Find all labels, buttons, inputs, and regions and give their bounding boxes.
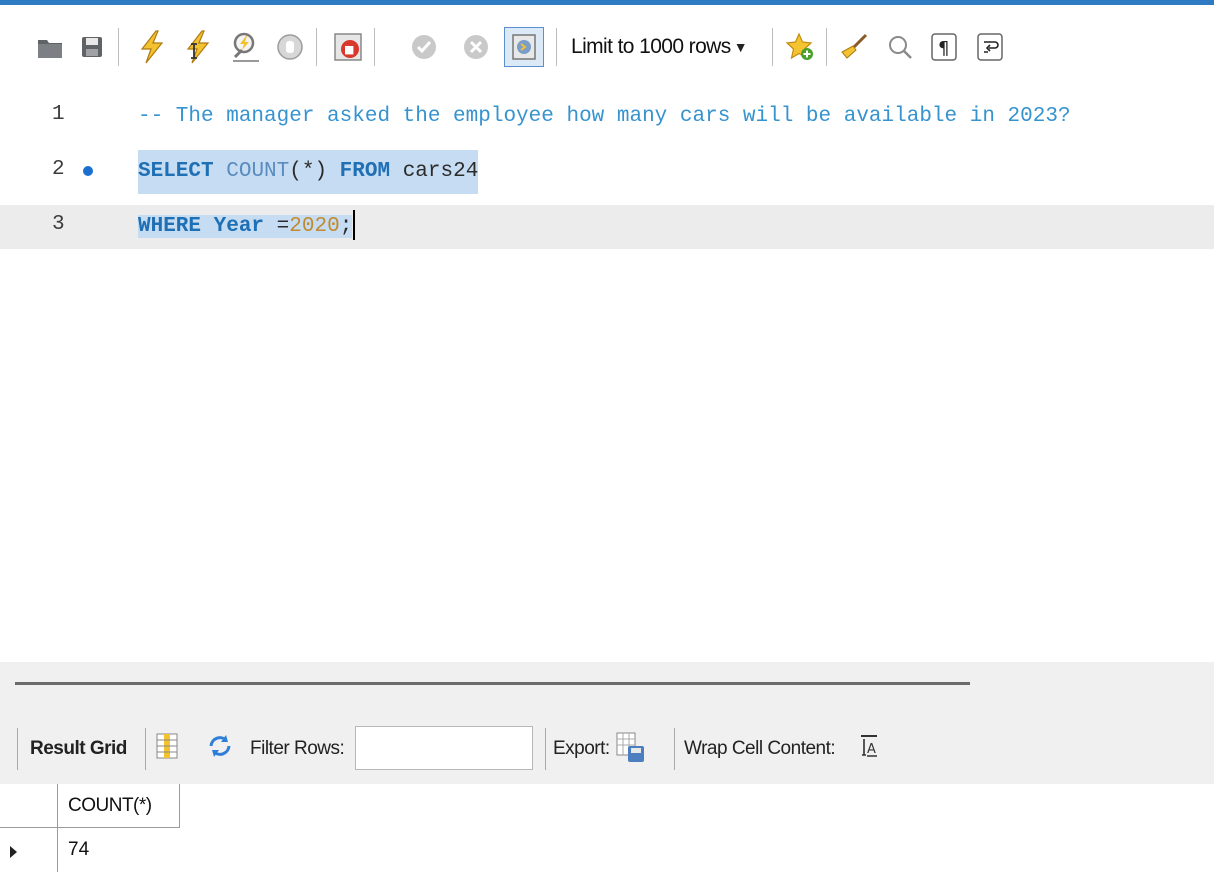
toolbar-separator [118, 28, 119, 66]
folder-icon [38, 40, 62, 58]
sql-table: cars24 [402, 160, 479, 183]
panel-splitter[interactable] [0, 662, 1214, 714]
wrap-icon [977, 33, 1003, 61]
toolbar-separator [316, 28, 317, 66]
stop-on-error-button[interactable]: ■ [328, 27, 368, 67]
sql-editor[interactable]: 1 -- The manager asked the employee how … [0, 95, 1214, 660]
check-circle-icon [412, 35, 436, 59]
commit-button[interactable] [404, 27, 444, 67]
explain-button[interactable] [226, 27, 266, 67]
filter-rows-input[interactable] [355, 726, 533, 770]
sql-keyword: WHERE [138, 215, 202, 238]
find-button[interactable] [880, 27, 920, 67]
toolbar-separator [545, 728, 546, 770]
toggle-invisibles-button[interactable]: ¶ [924, 27, 964, 67]
sql-keyword: FROM [339, 160, 391, 183]
svg-text:A: A [867, 742, 876, 757]
sql-statement-selected: SELECT COUNT(*) FROM cars24 [138, 150, 479, 194]
beautify-button[interactable] [834, 27, 874, 67]
grid-corner-cell[interactable] [0, 784, 58, 828]
save-icon [82, 37, 102, 57]
sql-comment: -- The manager asked the employee how ma… [138, 105, 1071, 128]
toolbar-separator [17, 728, 18, 770]
line-number: 3 [52, 213, 65, 236]
export-label: Export: [553, 738, 610, 759]
sql-args: (*) [289, 160, 328, 183]
toolbar-separator [772, 28, 773, 66]
toolbar-separator [556, 28, 557, 66]
sql-function: COUNT [226, 160, 290, 183]
autocommit-toggle[interactable] [504, 27, 544, 67]
toggle-wrap-button[interactable] [970, 27, 1010, 67]
row-limit-select[interactable]: Limit to 1000 rows ▼ [567, 29, 753, 65]
x-circle-icon [464, 35, 488, 59]
wrap-cell-content-label: Wrap Cell Content: [684, 738, 836, 759]
grid-cell[interactable]: 74 [58, 828, 190, 872]
toolbar-separator [674, 728, 675, 770]
save-button[interactable] [72, 27, 112, 67]
search-icon [889, 36, 912, 59]
export-button[interactable] [614, 730, 648, 766]
svg-text:¶: ¶ [938, 38, 949, 59]
result-grid[interactable]: COUNT(*) 74 [0, 784, 1214, 872]
lightning-icon [140, 30, 164, 64]
wrap-cell-toggle[interactable]: A [856, 730, 882, 762]
result-grid-tab[interactable]: Result Grid [30, 738, 127, 760]
chevron-down-icon: ▼ [733, 39, 748, 55]
star-add-icon [785, 32, 813, 60]
broom-icon [841, 33, 868, 59]
sql-statement-selected: WHERE Year =2020; [138, 205, 356, 249]
grid-view-button[interactable] [152, 730, 182, 762]
sql-terminator: ; [339, 215, 353, 238]
toolbar-separator [145, 728, 146, 770]
line-number: 2 [52, 158, 65, 181]
text-caret [353, 210, 356, 241]
column-header[interactable]: COUNT(*) [58, 784, 180, 828]
filter-rows-label: Filter Rows: [250, 738, 345, 759]
sql-column: Year [213, 215, 265, 238]
stop-on-error-icon: ■ [334, 33, 362, 61]
code-line[interactable]: 1 -- The manager asked the employee how … [0, 95, 1214, 139]
lightning-cursor-icon [186, 30, 210, 64]
row-indicator[interactable] [0, 828, 58, 872]
grid-view-icon [156, 733, 178, 759]
code-line[interactable]: 2 SELECT COUNT(*) FROM cars24 [0, 150, 1214, 194]
splitter-handle[interactable] [15, 682, 970, 685]
autocommit-icon [512, 34, 536, 60]
result-toolbar: Result Grid Filter Rows: Export: Wrap Ce… [0, 714, 1214, 784]
wrap-text-icon: A [861, 735, 877, 757]
sql-number: 2020 [289, 215, 340, 238]
toolbar-separator [374, 28, 375, 66]
statement-marker-icon[interactable] [83, 166, 93, 176]
line-number: 1 [52, 103, 65, 126]
pilcrow-icon: ¶ [931, 33, 957, 61]
row-limit-label: Limit to 1000 rows [571, 35, 731, 58]
current-row-arrow-icon [10, 846, 17, 858]
open-file-button[interactable] [30, 27, 70, 67]
stop-button[interactable] [270, 27, 310, 67]
refresh-button[interactable] [205, 730, 235, 762]
magnifier-lightning-icon [233, 32, 259, 62]
add-snippet-button[interactable] [780, 27, 820, 67]
rollback-button[interactable] [456, 27, 496, 67]
execute-current-button[interactable] [178, 27, 218, 67]
stop-hand-icon [277, 34, 303, 60]
code-line-current[interactable]: 3 WHERE Year =2020; [0, 205, 1214, 249]
sql-editor-toolbar: ■ Limit to 1000 rows ▼ ¶ [0, 5, 1214, 85]
refresh-arrows-icon [209, 735, 231, 757]
export-grid-icon [616, 732, 644, 762]
toolbar-separator [826, 28, 827, 66]
execute-all-button[interactable] [132, 27, 172, 67]
sql-operator: = [276, 215, 290, 238]
svg-text:■: ■ [344, 43, 354, 56]
sql-keyword: SELECT [138, 160, 214, 183]
